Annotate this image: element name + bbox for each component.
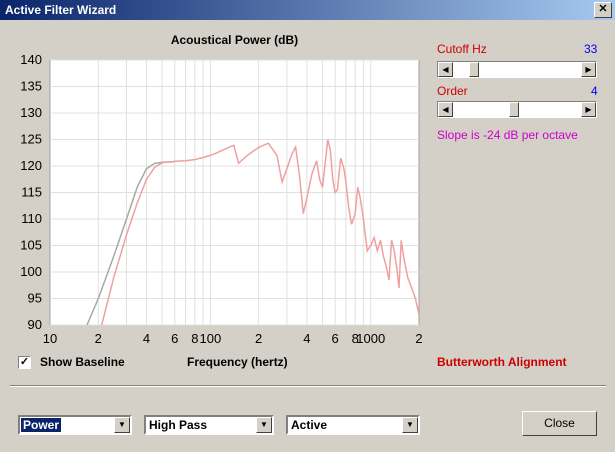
y-tick-label: 120 [20, 158, 42, 173]
order-label: Order [437, 84, 468, 98]
chevron-down-icon[interactable]: ▼ [114, 417, 130, 433]
power-chart: 909510010511011512012513013514010 2 4 6 8 100… [20, 33, 422, 346]
y-tick-label: 115 [21, 185, 42, 200]
cutoff-slider-thumb[interactable] [468, 62, 479, 77]
chart-title: Acoustical Power (dB) [171, 33, 298, 47]
x-tick-label: 10 [43, 331, 57, 346]
order-slider-thumb[interactable] [509, 102, 520, 117]
y-tick-label: 135 [20, 79, 42, 94]
filter-mode-dropdown-value: Active [291, 418, 328, 432]
title-bar: Active Filter Wizard ✕ [0, 0, 615, 20]
alignment-text: Butterworth Alignment [437, 355, 567, 369]
arrow-right-icon: ▶ [585, 105, 592, 114]
x-tick-label: 2 [255, 331, 262, 346]
order-slider-right-button[interactable]: ▶ [581, 102, 596, 117]
cutoff-slider[interactable]: ◀ ▶ [437, 61, 597, 78]
y-tick-label: 110 [21, 211, 42, 226]
x-tick-label: 2 [95, 331, 102, 346]
y-tick-label: 105 [20, 238, 42, 253]
y-tick-label: 100 [20, 264, 42, 279]
measure-dropdown-value: Power [21, 418, 62, 432]
close-button[interactable]: Close [522, 411, 597, 436]
y-tick-label: 125 [20, 132, 42, 147]
filter-mode-dropdown[interactable]: Active ▼ [286, 415, 420, 435]
measure-dropdown[interactable]: Power ▼ [18, 415, 132, 435]
arrow-right-icon: ▶ [585, 65, 592, 74]
x-tick-label: 2 [415, 331, 422, 346]
cutoff-value: 33 [584, 42, 598, 56]
arrow-left-icon: ◀ [442, 105, 449, 114]
x-tick-label: 8 [191, 331, 198, 346]
filter-type-dropdown-value: High Pass [149, 418, 208, 432]
chevron-down-icon[interactable]: ▼ [402, 417, 418, 433]
window-title: Active Filter Wizard [5, 3, 117, 17]
filter-type-dropdown[interactable]: High Pass ▼ [144, 415, 274, 435]
arrow-left-icon: ◀ [442, 65, 449, 74]
y-tick-label: 95 [28, 291, 42, 306]
order-slider[interactable]: ◀ ▶ [437, 101, 597, 118]
y-tick-label: 130 [20, 105, 42, 120]
close-window-button[interactable]: ✕ [594, 2, 612, 18]
x-tick-label: 100 [200, 331, 222, 346]
x-tick-label: 6 [171, 331, 178, 346]
chevron-down-icon[interactable]: ▼ [256, 417, 272, 433]
x-tick-label: 6 [332, 331, 339, 346]
y-tick-label: 90 [28, 317, 42, 332]
cutoff-slider-right-button[interactable]: ▶ [581, 62, 596, 77]
x-tick-label: 4 [143, 331, 150, 346]
cutoff-slider-left-button[interactable]: ◀ [438, 62, 453, 77]
separator [10, 385, 606, 387]
order-value: 4 [591, 84, 598, 98]
x-tick-label: 1000 [356, 331, 385, 346]
slope-text: Slope is -24 dB per octave [437, 128, 578, 142]
show-baseline-checkbox[interactable]: ✓ [18, 356, 31, 369]
order-slider-left-button[interactable]: ◀ [438, 102, 453, 117]
show-baseline-label[interactable]: Show Baseline [40, 355, 125, 369]
cutoff-label: Cutoff Hz [437, 42, 487, 56]
y-tick-label: 140 [20, 52, 42, 67]
close-icon: ✕ [598, 3, 608, 15]
x-tick-label: 4 [303, 331, 310, 346]
check-icon: ✓ [19, 356, 30, 368]
x-axis-label: Frequency (hertz) [187, 355, 288, 369]
